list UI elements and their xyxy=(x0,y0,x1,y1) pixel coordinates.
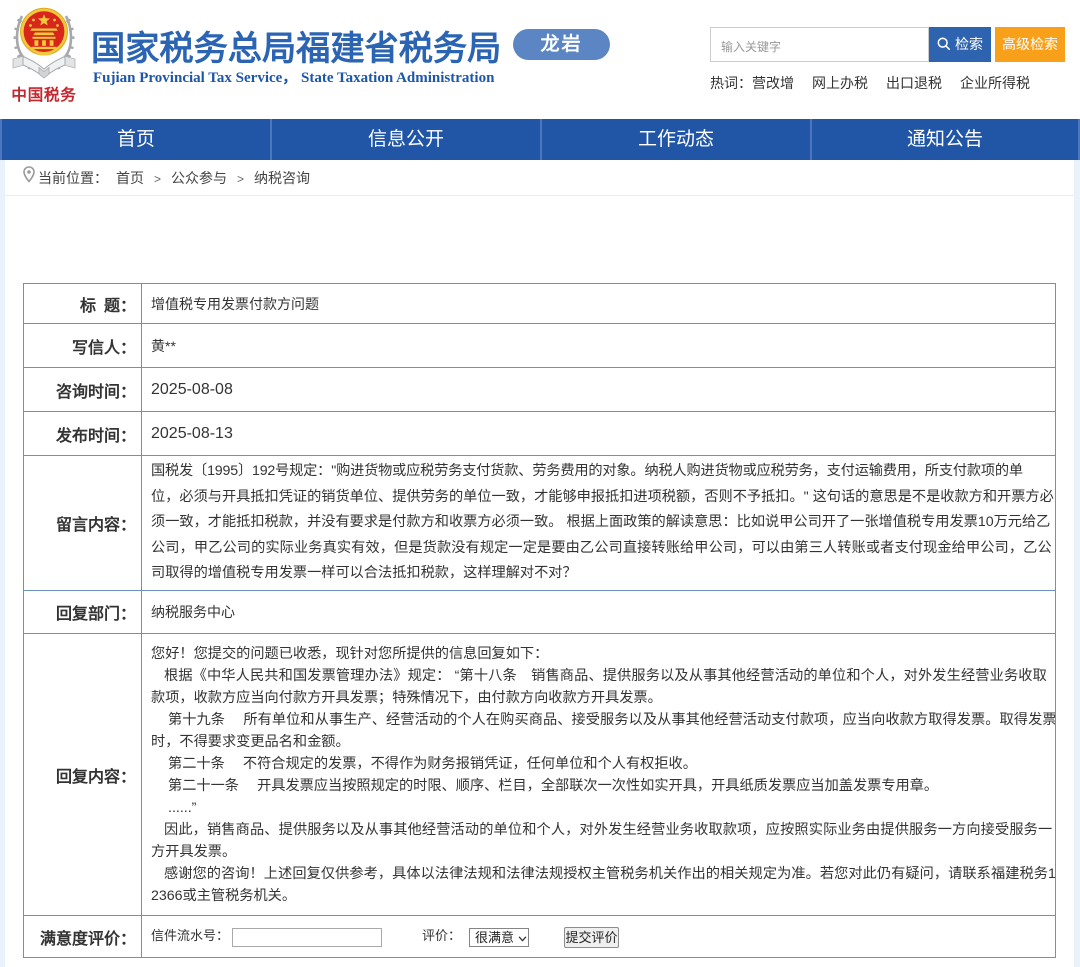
svg-text:中国税务: 中国税务 xyxy=(11,85,76,104)
